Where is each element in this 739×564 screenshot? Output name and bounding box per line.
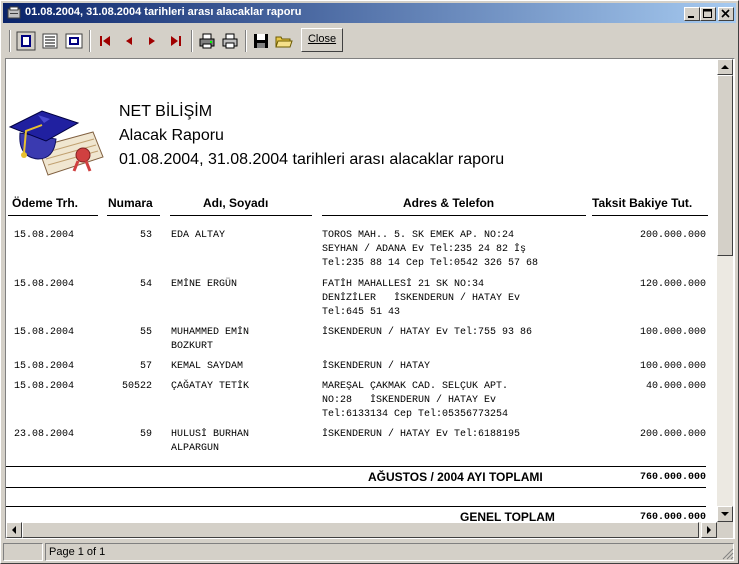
toolbar: Close [3, 25, 736, 57]
maximize-button[interactable] [700, 7, 716, 21]
scroll-left-button[interactable] [6, 522, 22, 538]
column-header-underline [8, 215, 98, 216]
prev-page-icon[interactable] [119, 31, 139, 51]
vertical-scroll-thumb[interactable] [717, 75, 733, 256]
status-panel-empty [3, 543, 43, 561]
close-window-button[interactable] [718, 7, 734, 21]
next-page-icon[interactable] [142, 31, 162, 51]
toolbar-separator [9, 30, 11, 52]
column-header-date: Ödeme Trh. [12, 196, 79, 210]
last-page-icon[interactable] [166, 31, 186, 51]
whole-page-icon[interactable] [16, 31, 36, 51]
table-cell-name: ÇAĞATAY TETİK [171, 381, 250, 392]
resize-grip-icon[interactable] [722, 548, 734, 563]
report-viewport: NET BİLİŞİM Alacak Raporu 01.08.2004, 31… [5, 58, 735, 539]
open-icon[interactable] [274, 31, 294, 51]
table-cell-address: İSKENDERUN / HATAY Ev Tel:6188195 [322, 429, 521, 440]
table-cell-balance: 200.000.000 [639, 230, 706, 241]
column-header-underline [170, 215, 312, 216]
app-icon [6, 5, 22, 21]
table-cell-address: FATİH MAHALLESİ 21 SK NO:34 DENİZİLER İS… [322, 279, 521, 318]
column-header-balance: Taksit Bakiye Tut. [592, 196, 693, 210]
table-cell-name: EDA ALTAY [171, 230, 226, 241]
table-cell-name: MUHAMMED EMİN BOZKURT [171, 327, 250, 352]
toolbar-separator [89, 30, 91, 52]
print-icon[interactable] [220, 31, 240, 51]
table-cell-date: 15.08.2004 [14, 361, 75, 372]
horizontal-scrollbar[interactable] [6, 522, 717, 538]
page-width-icon[interactable] [40, 31, 60, 51]
table-cell-balance: 40.000.000 [645, 381, 706, 392]
table-cell-number: 50522 [121, 381, 152, 392]
table-cell-date: 15.08.2004 [14, 327, 75, 338]
table-cell-date: 23.08.2004 [14, 429, 75, 440]
window-title: 01.08.2004, 31.08.2004 tarihleri arası a… [25, 6, 302, 18]
status-panel-page: Page 1 of 1 [45, 543, 734, 561]
table-cell-address: MAREŞAL ÇAKMAK CAD. SELÇUK APT. NO:28 İS… [322, 381, 509, 420]
column-header-address: Adres & Telefon [403, 196, 495, 210]
table-cell-address: İSKENDERUN / HATAY Ev Tel:755 93 86 [322, 327, 533, 338]
table-cell-balance: 100.000.000 [639, 327, 706, 338]
table-cell-balance: 200.000.000 [639, 429, 706, 440]
month-total-bottom-rule [6, 487, 706, 488]
report-preview-window: 01.08.2004, 31.08.2004 tarihleri arası a… [0, 0, 739, 564]
table-cell-name: HULUSİ BURHAN ALPARGUN [171, 429, 250, 454]
table-cell-name: EMİNE ERGÜN [171, 279, 238, 290]
horizontal-scroll-thumb[interactable] [22, 522, 699, 538]
column-header-number: Numara [108, 196, 153, 210]
column-header-underline [322, 215, 586, 216]
table-cell-date: 15.08.2004 [14, 230, 75, 241]
toolbar-separator [191, 30, 193, 52]
first-page-icon[interactable] [95, 31, 115, 51]
table-cell-name: KEMAL SAYDAM [171, 361, 244, 372]
zoom-icon[interactable] [64, 31, 84, 51]
scrollbar-corner [717, 522, 733, 538]
table-cell-balance: 100.000.000 [639, 361, 706, 372]
month-total-label: AĞUSTOS / 2004 AYI TOPLAMI [368, 470, 543, 484]
save-icon[interactable] [251, 31, 271, 51]
company-name: NET BİLİŞİM [119, 103, 213, 120]
minimize-button[interactable] [684, 7, 700, 21]
page-indicator: Page 1 of 1 [49, 546, 106, 558]
month-total-top-rule [6, 466, 706, 467]
table-cell-number: 59 [139, 429, 152, 440]
toolbar-separator [245, 30, 247, 52]
column-header-underline [592, 215, 708, 216]
close-button[interactable]: Close [301, 28, 343, 52]
table-cell-address: TOROS MAH.. 5. SK EMEK AP. NO:24 SEYHAN … [322, 230, 539, 269]
graduation-cap-logo [8, 97, 108, 177]
table-cell-number: 57 [139, 361, 152, 372]
column-header-underline [107, 215, 160, 216]
vertical-scrollbar[interactable] [717, 59, 733, 522]
print-setup-icon[interactable] [197, 31, 217, 51]
scroll-down-button[interactable] [717, 506, 733, 522]
scroll-right-button[interactable] [701, 522, 717, 538]
report-title: Alacak Raporu [119, 127, 224, 144]
scroll-up-button[interactable] [717, 59, 733, 75]
table-cell-date: 15.08.2004 [14, 381, 75, 392]
table-cell-number: 53 [139, 230, 152, 241]
table-cell-date: 15.08.2004 [14, 279, 75, 290]
report-page: NET BİLİŞİM Alacak Raporu 01.08.2004, 31… [6, 59, 717, 524]
status-bar: Page 1 of 1 [3, 542, 736, 562]
table-cell-number: 55 [139, 327, 152, 338]
column-header-name: Adı, Soyadı [203, 196, 269, 210]
table-cell-number: 54 [139, 279, 152, 290]
title-bar[interactable]: 01.08.2004, 31.08.2004 tarihleri arası a… [3, 3, 736, 23]
table-cell-address: İSKENDERUN / HATAY [322, 361, 431, 372]
report-subtitle: 01.08.2004, 31.08.2004 tarihleri arası a… [119, 151, 505, 168]
table-cell-balance: 120.000.000 [639, 279, 706, 290]
grand-total-top-rule [6, 506, 706, 507]
month-total-value: 760.000.000 [639, 472, 706, 483]
